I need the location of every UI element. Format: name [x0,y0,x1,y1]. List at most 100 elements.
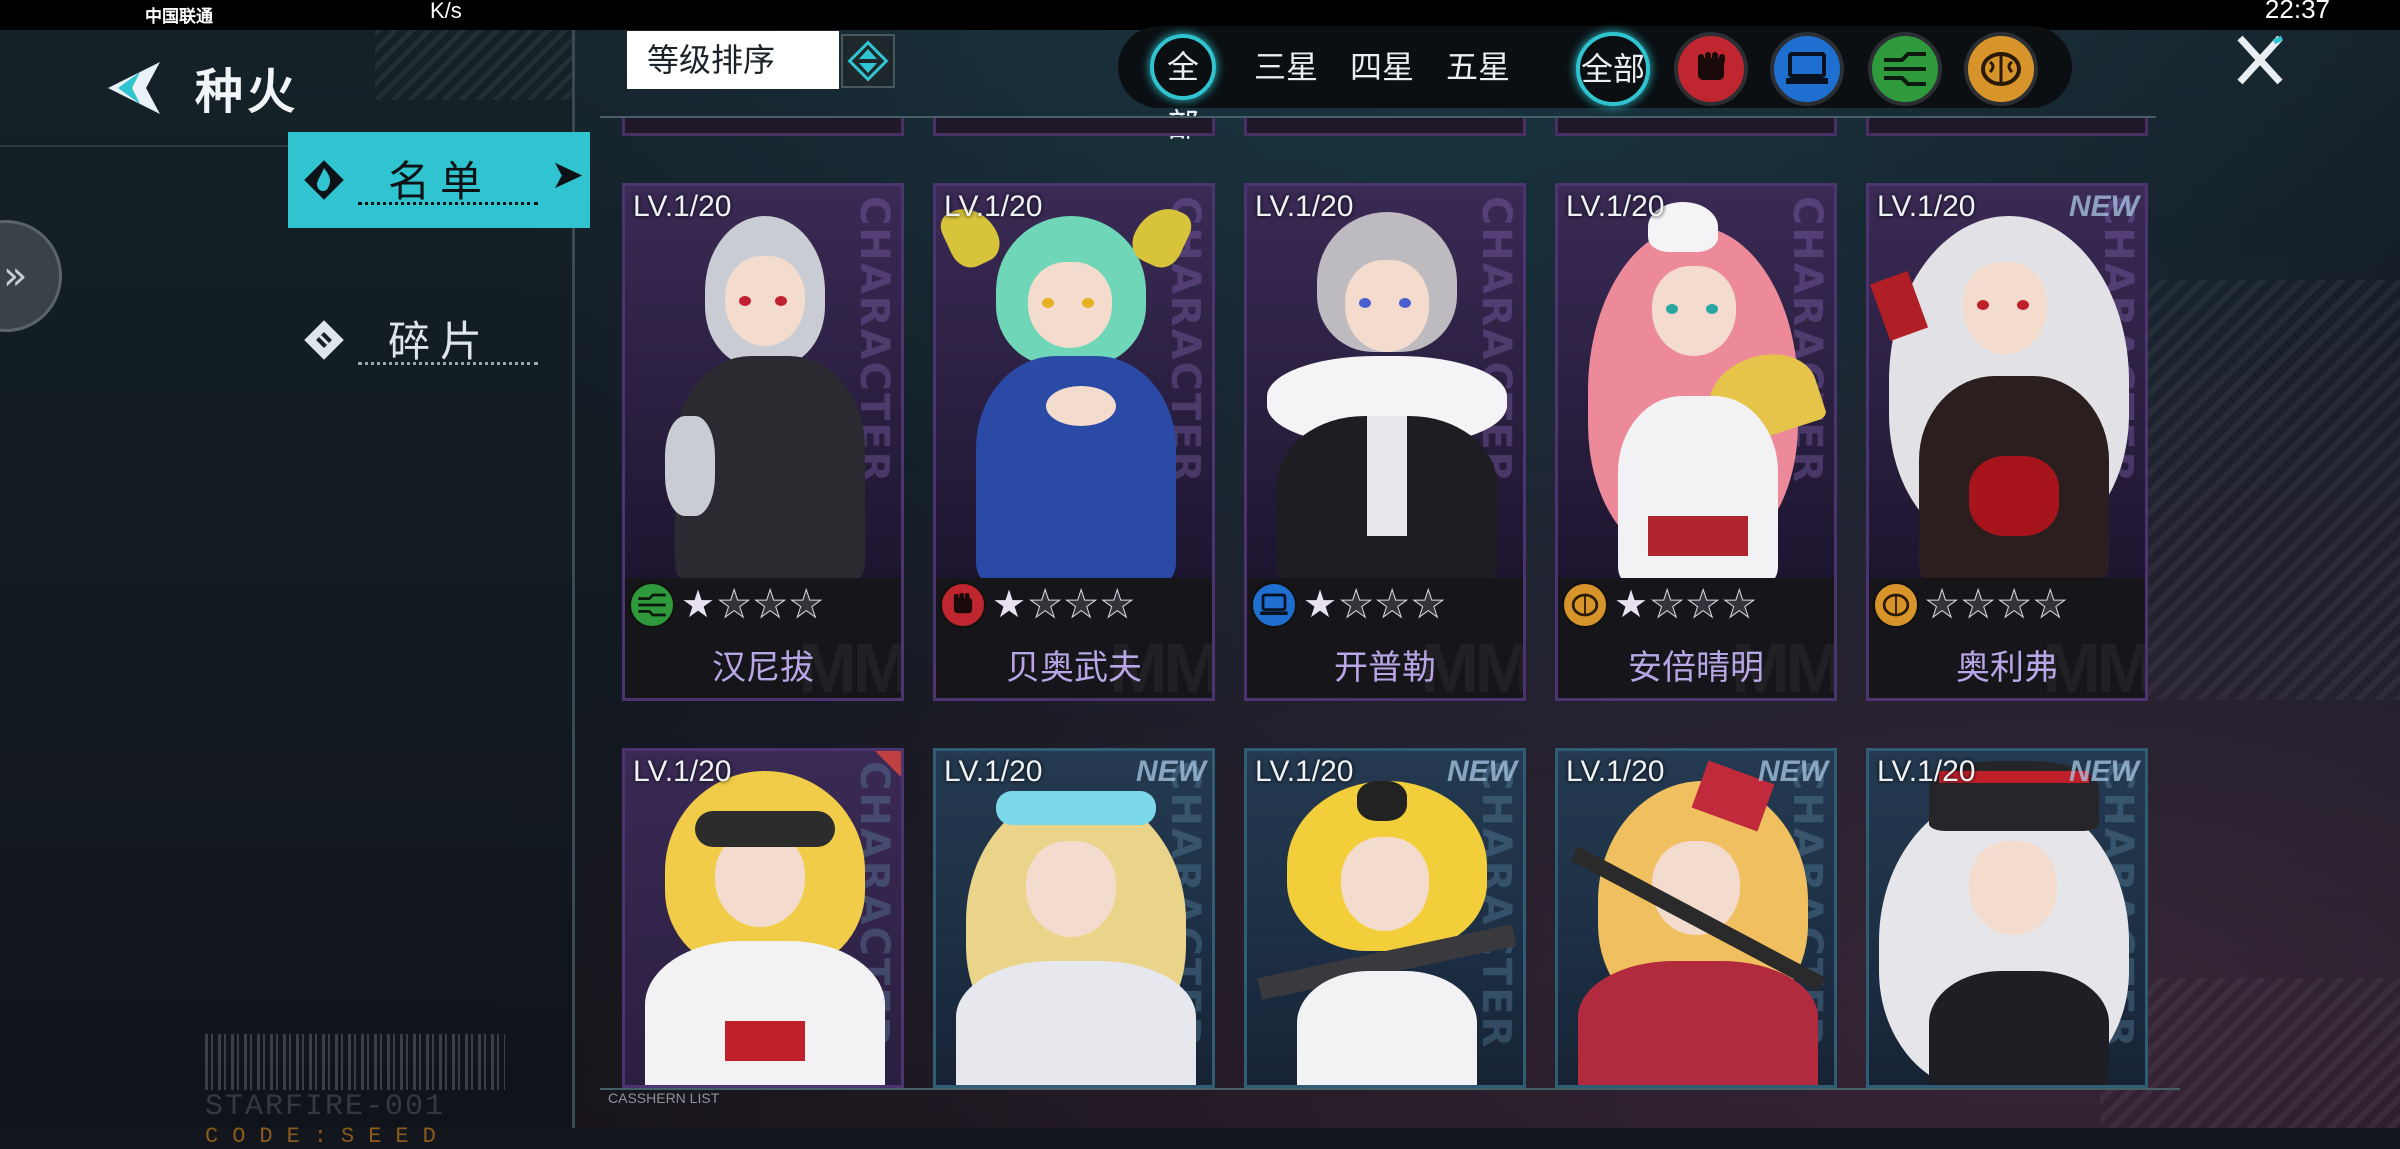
character-card[interactable]: CHARACTER LV.1/20 NEW [1244,748,1526,1088]
level-label: LV.1/20 [633,755,732,788]
character-name: 安倍晴明 [1628,648,1764,688]
fragment-icon [304,320,344,360]
tab-roster[interactable]: 名单 ➤ [288,132,590,228]
computer-icon [1786,52,1828,84]
character-name: 贝奥武夫 [1006,648,1142,688]
barcode-decoration [205,1034,505,1090]
sort-order-toggle[interactable] [841,34,895,88]
new-badge: NEW [2069,755,2139,788]
character-portrait: CHARACTER [1247,751,1523,1085]
character-card[interactable]: CHARACTER LV.1/20 [622,748,904,1088]
type-filter-computer[interactable] [1770,32,1844,106]
character-name: 汉尼拔 [712,648,814,688]
star-rating: ★★★★ [681,582,826,627]
tab-fragments[interactable]: 碎片 [288,292,590,388]
character-card[interactable]: CHARACTER LV.1/20 NEW [933,748,1215,1088]
rarity-filter-5star[interactable]: 五星 [1446,34,1510,100]
level-label: LV.1/20 [1877,755,1976,788]
star-rating: ★★★★ [992,582,1137,627]
tab-underline [358,202,538,205]
new-badge: NEW [1136,755,1206,788]
tab-fragments-label: 碎片 [388,317,493,366]
filter-bar: 全部 三星 四星 五星 全部 [1118,26,2072,144]
character-portrait: CHARACTER [1558,751,1834,1085]
level-label: LV.1/20 [1566,190,1665,223]
tab-arrow-icon: ➤ [550,152,584,198]
type-filter-fist[interactable] [1674,32,1748,106]
type-filter-brain[interactable] [1964,32,2038,106]
level-label: LV.1/20 [1877,190,1976,223]
character-card-abe-no-seimei[interactable]: CHARACTER LV.1/20 MM ★★★★ 安倍晴明 [1555,183,1837,701]
character-portrait: CHARACTER [625,751,901,1085]
close-icon [2237,35,2284,85]
star-rating: ★★★★ [1614,582,1759,627]
rarity-filter-3star[interactable]: 三星 [1254,34,1318,100]
star-rating: ★★★★ [1924,582,2070,627]
brain-icon [1873,582,1919,628]
circuit-icon [629,582,675,628]
character-card-kepler[interactable]: CHARACTER LV.1/20 MM ★★★★ 开普勒 [1244,183,1526,701]
brain-icon [1562,582,1608,628]
partial-card [1555,118,1837,136]
carrier-label: 中国联通 [145,7,213,26]
rarity-filter-all[interactable]: 全部 [1150,34,1216,144]
character-name: 奥利弗 [1956,648,2058,688]
level-label: LV.1/20 [1255,755,1354,788]
level-label: LV.1/20 [1255,190,1354,223]
flame-icon [304,160,344,200]
card-info-bar: MM ★★★★ 汉尼拔 [625,578,901,698]
card-info-bar: MM ★★★★ 开普勒 [1247,578,1523,698]
corner-marker [875,751,901,777]
character-portrait: CHARACTER [936,186,1212,586]
barcode-text: STARFIRE-001 [205,1090,446,1124]
type-filter-circuit[interactable] [1868,32,1942,106]
character-card[interactable]: CHARACTER LV.1/20 NEW [1555,748,1837,1088]
character-portrait: CHARACTER [1247,186,1523,586]
tab-roster-label: 名单 [388,157,493,206]
computer-icon [1251,582,1297,628]
partial-card [933,118,1215,136]
character-portrait: CHARACTER [1869,186,2145,586]
panel-hatch [375,30,572,100]
side-expand-button[interactable]: » [0,220,62,332]
card-info-bar: MM ★★★★ 奥利弗 [1869,578,2145,698]
close-button[interactable] [2230,30,2290,90]
sort-arrows-icon [847,40,889,82]
partial-card [1866,118,2148,136]
grid-bottom-line [600,1088,2180,1090]
character-card-oliver[interactable]: CHARACTER LV.1/20 NEW MM ★★★★ 奥利弗 [1866,183,2148,701]
character-portrait: CHARACTER [1869,751,2145,1085]
card-info-bar: MM ★★★★ 贝奥武夫 [936,578,1212,698]
back-arrow-icon [108,62,160,114]
partial-card [1244,118,1526,136]
left-panel: 种火 名单 ➤ 碎片 » STARFIRE-001 CODE:SEED [0,30,590,1149]
net-speed: K/s [430,0,462,23]
character-card-hannibal[interactable]: CHARACTER LV.1/20 MM ★★★★ 汉尼拔 [622,183,904,701]
fist-icon [940,582,986,628]
level-label: LV.1/20 [944,755,1043,788]
level-label: LV.1/20 [944,190,1043,223]
type-filter-all[interactable]: 全部 [1576,32,1650,106]
new-badge: NEW [1758,755,1828,788]
portrait-watermark: CHARACTER [1473,196,1519,485]
page-title: 种火 [195,64,300,120]
tab-underline [358,362,538,365]
character-portrait: CHARACTER [1558,186,1834,586]
clock: 22:37 [2264,0,2330,24]
character-name: 开普勒 [1334,648,1436,688]
sort-dropdown[interactable]: 等级排序 [627,31,839,89]
back-button[interactable] [100,60,170,116]
level-label: LV.1/20 [1566,755,1665,788]
level-label: LV.1/20 [633,190,732,223]
brain-icon [1981,52,2021,86]
rarity-filter-4star[interactable]: 四星 [1350,34,1414,100]
character-card[interactable]: CHARACTER LV.1/20 NEW [1866,748,2148,1088]
list-tag: CASSHERN LIST [608,1090,720,1106]
background-stripes [2140,280,2400,700]
circuit-icon [1884,52,1926,86]
star-rating: ★★★★ [1303,582,1448,627]
double-chevron-icon: » [3,253,28,299]
character-portrait: CHARACTER [625,186,901,586]
character-card-beowulf[interactable]: CHARACTER LV.1/20 MM ★★★★ 贝奥武夫 [933,183,1215,701]
new-badge: NEW [1447,755,1517,788]
